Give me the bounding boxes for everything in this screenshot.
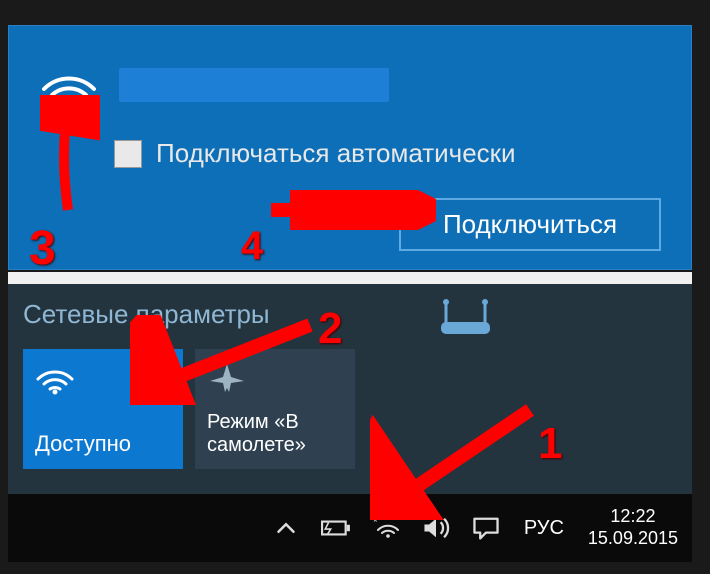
auto-connect-checkbox[interactable] xyxy=(114,140,142,168)
auto-connect-row[interactable]: Подключаться автоматически xyxy=(114,138,516,169)
auto-connect-label: Подключаться автоматически xyxy=(156,138,516,169)
network-settings-panel: Сетевые параметры 2 Доступ xyxy=(8,284,692,494)
language-indicator[interactable]: РУС xyxy=(518,517,570,540)
network-settings-header: Сетевые параметры xyxy=(23,299,270,330)
taskbar-clock[interactable]: 12:22 15.09.2015 xyxy=(584,506,682,549)
annotation-step-3: 3 xyxy=(29,221,56,276)
tile-wifi-label: Доступно xyxy=(35,431,171,457)
wifi-icon xyxy=(39,61,99,109)
battery-icon[interactable] xyxy=(318,510,354,546)
router-name-redacted xyxy=(503,303,683,335)
network-name-redacted xyxy=(119,68,389,102)
svg-text:*: * xyxy=(373,515,378,529)
network-connect-panel: Подключаться автоматически Подключиться … xyxy=(8,25,692,270)
airplane-tile-icon xyxy=(207,361,343,411)
router-icon xyxy=(438,294,493,344)
annotation-step-4: 4 xyxy=(241,224,263,269)
action-center-icon[interactable] xyxy=(468,510,504,546)
clock-time: 12:22 xyxy=(588,506,678,528)
network-tray-icon[interactable]: * xyxy=(368,510,404,546)
clock-date: 15.09.2015 xyxy=(588,528,678,550)
router-info xyxy=(438,294,683,344)
tile-airplane-mode[interactable]: Режим «В самолете» xyxy=(195,349,355,469)
tile-airplane-label: Режим «В самолете» xyxy=(207,411,343,457)
tray-chevron-up-icon[interactable] xyxy=(268,510,304,546)
connect-button[interactable]: Подключиться xyxy=(399,198,661,251)
annotation-step-1: 1 xyxy=(538,419,562,469)
annotation-step-2: 2 xyxy=(318,304,342,354)
quick-action-tiles: Доступно Режим «В самолете» xyxy=(23,349,355,469)
connect-button-label: Подключиться xyxy=(443,209,617,240)
network-row xyxy=(39,61,389,109)
taskbar: * РУС 12:22 15.09.2015 xyxy=(8,494,692,562)
volume-icon[interactable] xyxy=(418,510,454,546)
wifi-tile-icon xyxy=(35,361,171,411)
tile-wifi[interactable]: Доступно xyxy=(23,349,183,469)
panel-divider xyxy=(8,272,692,284)
